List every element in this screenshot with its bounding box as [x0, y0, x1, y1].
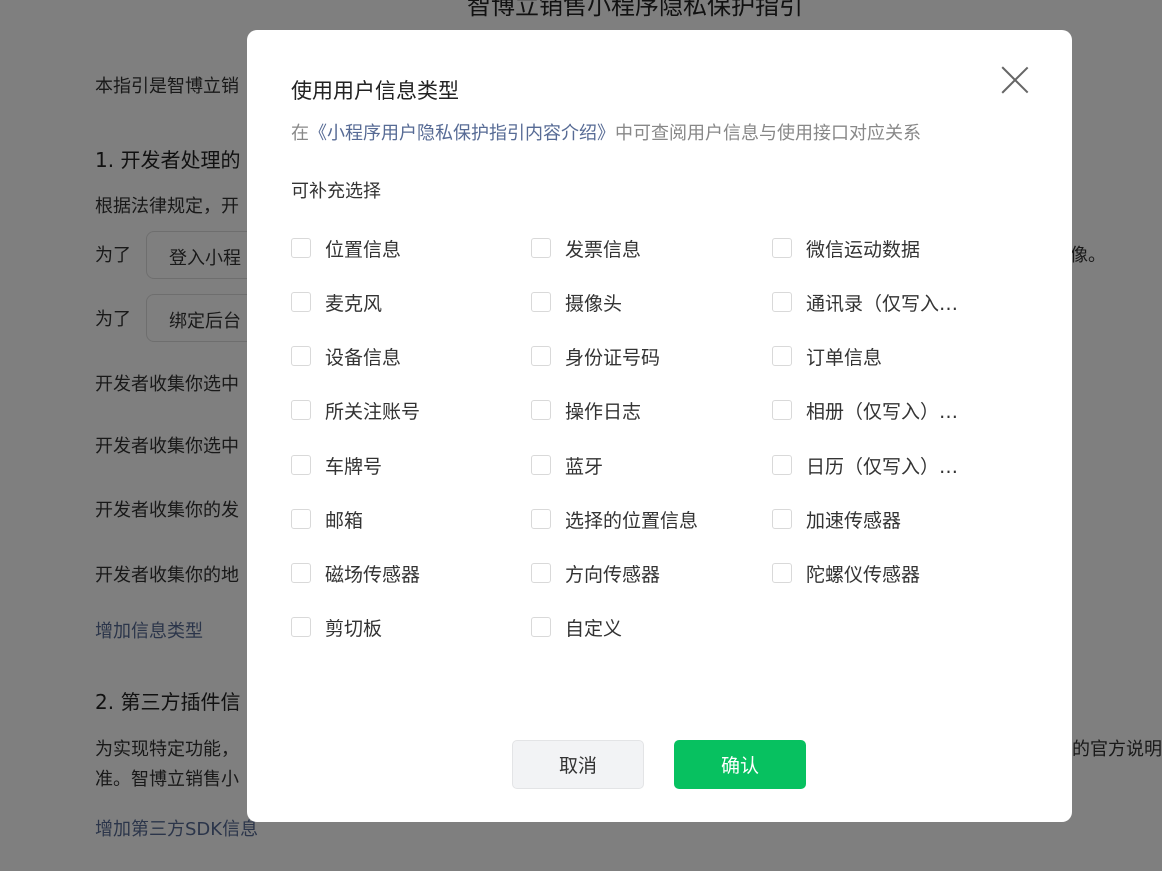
option-label: 摄像头 — [565, 292, 623, 315]
privacy-guide-link[interactable]: 《小程序用户隐私保护指引内容介绍》 — [309, 123, 615, 144]
checkbox[interactable] — [531, 563, 551, 583]
option-compass[interactable]: 磁场传感器 — [291, 558, 420, 588]
option-label: 磁场传感器 — [325, 563, 421, 586]
option-label: 剪切板 — [325, 617, 383, 640]
checkbox[interactable] — [291, 617, 311, 637]
checkbox[interactable] — [291, 400, 311, 420]
option-license-plate[interactable]: 车牌号 — [291, 450, 382, 480]
checkbox[interactable] — [531, 238, 551, 258]
checkbox[interactable] — [291, 563, 311, 583]
option-album[interactable]: 相册（仅写入）权限 — [772, 395, 976, 425]
option-label: 自定义 — [565, 617, 623, 640]
option-label: 位置信息 — [325, 238, 402, 261]
option-label: 蓝牙 — [565, 455, 604, 478]
option-label: 微信运动数据 — [806, 238, 921, 261]
option-custom[interactable]: 自定义 — [531, 612, 622, 642]
checkbox[interactable] — [531, 346, 551, 366]
option-label: 邮箱 — [325, 509, 364, 532]
option-followed-accounts[interactable]: 所关注账号 — [291, 395, 420, 425]
option-camera[interactable]: 摄像头 — [531, 287, 622, 317]
option-label: 选择的位置信息 — [565, 509, 699, 532]
option-location[interactable]: 位置信息 — [291, 233, 401, 263]
option-accelerometer[interactable]: 加速传感器 — [772, 504, 901, 534]
option-label: 加速传感器 — [806, 509, 902, 532]
option-operation-log[interactable]: 操作日志 — [531, 395, 641, 425]
checkbox[interactable] — [772, 509, 792, 529]
option-gyroscope[interactable]: 陀螺仪传感器 — [772, 558, 920, 588]
option-label: 车牌号 — [325, 455, 383, 478]
option-calendar[interactable]: 日历（仅写入）权限 — [772, 450, 976, 480]
option-label: 操作日志 — [565, 400, 642, 423]
checkbox[interactable] — [531, 400, 551, 420]
section-label: 可补充选择 — [291, 181, 381, 202]
checkbox[interactable] — [531, 509, 551, 529]
dialog-title: 使用用户信息类型 — [291, 79, 459, 103]
checkbox[interactable] — [531, 292, 551, 312]
option-label: 相册（仅写入）权限 — [806, 400, 976, 423]
option-label: 方向传感器 — [565, 563, 661, 586]
option-label: 麦克风 — [325, 292, 383, 315]
checkbox[interactable] — [772, 455, 792, 475]
option-order-info[interactable]: 订单信息 — [772, 341, 882, 371]
confirm-button[interactable]: 确认 — [674, 740, 806, 789]
option-label: 日历（仅写入）权限 — [806, 455, 976, 478]
info-type-dialog: 使用用户信息类型 在《小程序用户隐私保护指引内容介绍》中可查阅用户信息与使用接口… — [247, 30, 1072, 822]
option-label: 通讯录（仅写入）权限 — [806, 292, 976, 315]
checkbox[interactable] — [531, 617, 551, 637]
option-label: 陀螺仪传感器 — [806, 563, 921, 586]
dialog-description: 在《小程序用户隐私保护指引内容介绍》中可查阅用户信息与使用接口对应关系 — [291, 119, 921, 145]
checkbox[interactable] — [772, 292, 792, 312]
option-werun[interactable]: 微信运动数据 — [772, 233, 920, 263]
option-label: 发票信息 — [565, 238, 642, 261]
option-email[interactable]: 邮箱 — [291, 504, 363, 534]
desc-prefix: 在 — [291, 123, 309, 144]
checkbox[interactable] — [291, 292, 311, 312]
checkbox[interactable] — [772, 346, 792, 366]
option-label: 身份证号码 — [565, 346, 661, 369]
checkbox[interactable] — [772, 238, 792, 258]
option-label: 订单信息 — [806, 346, 883, 369]
cancel-button[interactable]: 取消 — [512, 740, 644, 789]
option-id-number[interactable]: 身份证号码 — [531, 341, 660, 371]
checkbox[interactable] — [291, 346, 311, 366]
checkbox[interactable] — [291, 455, 311, 475]
checkbox[interactable] — [291, 509, 311, 529]
option-bluetooth[interactable]: 蓝牙 — [531, 450, 603, 480]
option-label: 设备信息 — [325, 346, 402, 369]
checkbox[interactable] — [772, 563, 792, 583]
option-contacts[interactable]: 通讯录（仅写入）权限 — [772, 287, 976, 317]
option-invoice[interactable]: 发票信息 — [531, 233, 641, 263]
checkbox[interactable] — [531, 455, 551, 475]
option-orientation[interactable]: 方向传感器 — [531, 558, 660, 588]
checkbox[interactable] — [291, 238, 311, 258]
desc-suffix: 中可查阅用户信息与使用接口对应关系 — [615, 123, 921, 144]
option-microphone[interactable]: 麦克风 — [291, 287, 382, 317]
option-label: 所关注账号 — [325, 400, 421, 423]
option-clipboard[interactable]: 剪切板 — [291, 612, 382, 642]
option-device-info[interactable]: 设备信息 — [291, 341, 401, 371]
close-icon[interactable] — [999, 64, 1031, 96]
option-chosen-location[interactable]: 选择的位置信息 — [531, 504, 698, 534]
checkbox[interactable] — [772, 400, 792, 420]
